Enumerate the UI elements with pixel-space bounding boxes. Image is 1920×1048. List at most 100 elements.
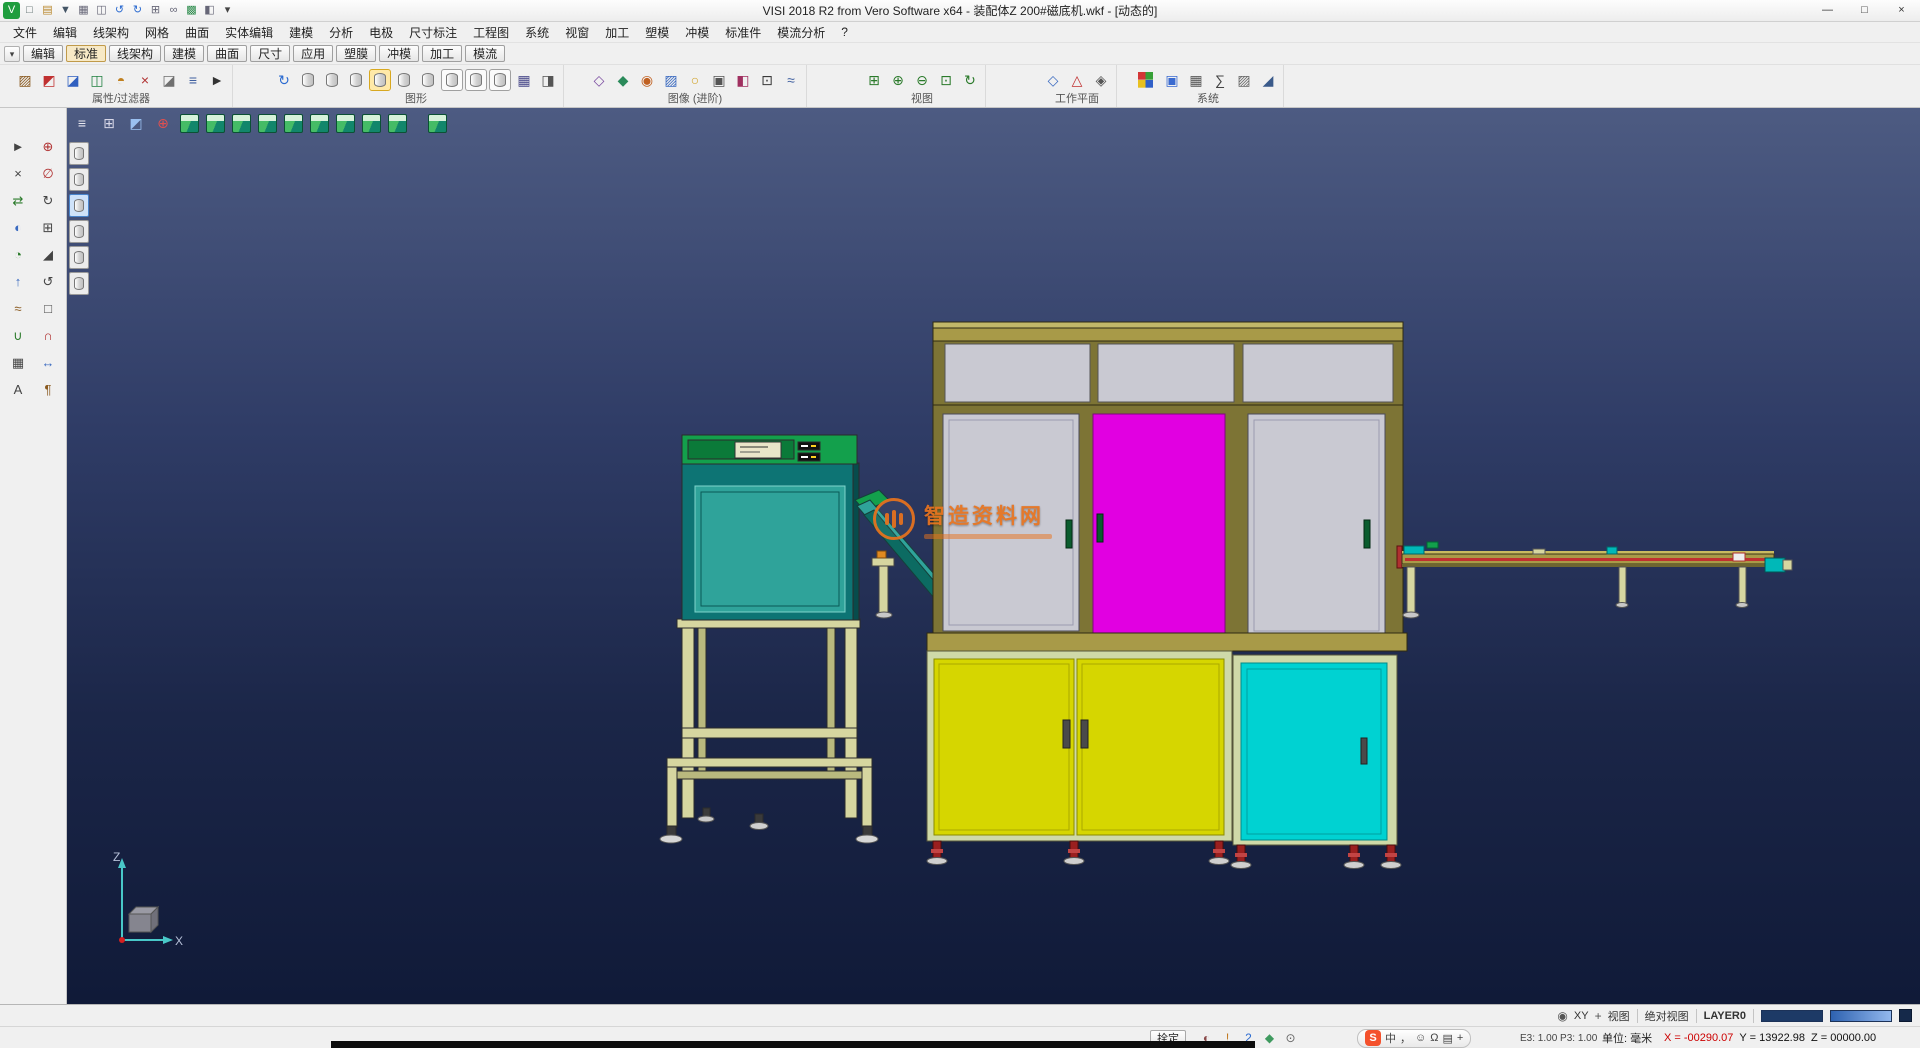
copy-icon[interactable]: ⊞ <box>147 2 164 19</box>
display-filter-5[interactable] <box>69 246 89 269</box>
toolbar-tab[interactable]: 应用 <box>293 45 333 62</box>
trim-icon[interactable]: × <box>5 161 31 185</box>
display-settings-icon[interactable]: ▣ <box>1161 69 1183 91</box>
toolbar-tab[interactable]: 曲面 <box>207 45 247 62</box>
ime-mode-icon[interactable]: 中 <box>1385 1030 1396 1046</box>
toolbar-tab[interactable]: 塑膜 <box>336 45 376 62</box>
toolbar-tab[interactable]: 尺寸 <box>250 45 290 62</box>
view-cube-dynamic[interactable] <box>428 114 447 133</box>
workplane-list-icon[interactable]: ◈ <box>1090 69 1112 91</box>
ime-punct-icon[interactable]: ， <box>1400 1030 1411 1046</box>
dimension-icon[interactable]: ↔ <box>35 350 61 374</box>
zoom-scale-bar[interactable] <box>1830 1010 1892 1022</box>
hatch-icon[interactable]: ▨ <box>1233 69 1255 91</box>
toolbar-tab[interactable]: 加工 <box>422 45 462 62</box>
layer-icon[interactable] <box>417 69 439 91</box>
shaded-icon[interactable]: ◆ <box>612 69 634 91</box>
menu-item[interactable]: 实体编辑 <box>217 22 281 42</box>
menu-item[interactable]: 模流分析 <box>769 22 833 42</box>
layer-table-icon[interactable]: ▦ <box>513 69 535 91</box>
layer-icon[interactable] <box>345 69 367 91</box>
view-scale-bar[interactable] <box>1761 1010 1823 1022</box>
gradient-icon[interactable]: ◢ <box>1257 69 1279 91</box>
open-file-icon[interactable]: ▤ <box>39 2 56 19</box>
select-arrow-icon[interactable]: ► <box>5 134 31 158</box>
wireframe-icon[interactable]: ◇ <box>588 69 610 91</box>
close-button[interactable]: × <box>1883 0 1920 21</box>
layer-icon[interactable] <box>297 69 319 91</box>
toolbar-tab[interactable]: 线架构 <box>109 45 161 62</box>
display-filter-2[interactable] <box>69 168 89 191</box>
qat-dropdown-icon[interactable]: ▾ <box>219 2 236 19</box>
erase-icon[interactable]: ◪ <box>158 69 180 91</box>
link-icon[interactable]: ∞ <box>165 2 182 19</box>
menu-item[interactable]: 编辑 <box>45 22 85 42</box>
menu-item[interactable]: 尺寸标注 <box>401 22 465 42</box>
display-filter-6[interactable] <box>69 272 89 295</box>
layer-current-icon[interactable] <box>369 69 391 91</box>
chamfer-icon[interactable]: ◢ <box>35 242 61 266</box>
render-icon[interactable]: ◉ <box>636 69 658 91</box>
ime-logo-icon[interactable]: S <box>1365 1030 1381 1046</box>
palette-icon[interactable] <box>1137 69 1159 91</box>
layer-box-icon[interactable] <box>441 69 463 91</box>
save-icon[interactable]: ▼ <box>57 2 74 19</box>
toolbar-tab[interactable]: 标准 <box>66 45 106 62</box>
intersect-icon[interactable]: ∩ <box>35 323 61 347</box>
menu-item[interactable]: 塑模 <box>637 22 677 42</box>
menu-item[interactable]: 建模 <box>281 22 321 42</box>
crosshair-icon[interactable]: + <box>1595 1009 1602 1023</box>
toolbar-tab[interactable]: 编辑 <box>23 45 63 62</box>
ime-keyboard-icon[interactable]: ▤ <box>1442 1032 1452 1045</box>
layer-box-icon[interactable] <box>465 69 487 91</box>
magnet-icon[interactable]: ◓ <box>110 69 132 91</box>
toolbar-tab[interactable]: 建模 <box>164 45 204 62</box>
settings-status-icon[interactable]: ⊙ <box>1282 1030 1299 1047</box>
coord-mode-label[interactable]: XY <box>1574 1010 1589 1022</box>
workplane-axis-icon[interactable]: △ <box>1066 69 1088 91</box>
cad-model-canvas[interactable]: Z X <box>67 108 1920 1004</box>
layer-indicator[interactable]: LAYER0 <box>1704 1010 1746 1022</box>
menu-item[interactable]: 电极 <box>361 22 401 42</box>
taskbar-sliver[interactable] <box>331 1041 1255 1048</box>
pattern-icon[interactable]: ▦ <box>5 350 31 374</box>
toolbar-tab[interactable]: 冲模 <box>379 45 419 62</box>
tab-dropdown-icon[interactable]: ▾ <box>4 46 20 62</box>
match-properties-icon[interactable]: ≡ <box>182 69 204 91</box>
view-cube-iso-2[interactable] <box>336 114 355 133</box>
mask-icon[interactable]: ◨ <box>537 69 559 91</box>
ime-tool-icon[interactable]: + <box>1457 1032 1463 1044</box>
menu-item[interactable]: 冲模 <box>677 22 717 42</box>
light-icon[interactable]: ○ <box>684 69 706 91</box>
view-cube-left[interactable] <box>258 114 277 133</box>
clip-plane-icon[interactable]: ◧ <box>732 69 754 91</box>
main-machine[interactable] <box>927 322 1407 869</box>
texture-icon[interactable]: ▨ <box>660 69 682 91</box>
redo-icon[interactable]: ↻ <box>129 2 146 19</box>
select-icon[interactable]: ► <box>206 69 228 91</box>
workplane-icon[interactable]: ◇ <box>1042 69 1064 91</box>
display-filter-1[interactable] <box>69 142 89 165</box>
extrude-icon[interactable]: ↑ <box>5 269 31 293</box>
dynamic-rotate-icon[interactable]: ↻ <box>959 69 981 91</box>
zoom-window-icon[interactable]: ⊞ <box>863 69 885 91</box>
grid-icon[interactable]: ▩ <box>183 2 200 19</box>
view-cube-back[interactable] <box>232 114 251 133</box>
vp-origin-icon[interactable]: ⊕ <box>153 113 173 133</box>
layer-icon[interactable] <box>321 69 343 91</box>
union-icon[interactable]: ∪ <box>5 323 31 347</box>
properties-icon[interactable]: ▨ <box>14 69 36 91</box>
new-file-icon[interactable]: □ <box>21 2 38 19</box>
absolute-view-label[interactable]: 绝对视图 <box>1645 1008 1689 1024</box>
display-filter-4[interactable] <box>69 220 89 243</box>
minimize-button[interactable]: — <box>1809 0 1846 21</box>
zoom-fit-icon[interactable]: ⊡ <box>935 69 957 91</box>
layer-icon[interactable] <box>393 69 415 91</box>
output-conveyor[interactable] <box>1402 542 1792 618</box>
menu-item[interactable]: 线架构 <box>85 22 137 42</box>
restore-button[interactable]: □ <box>1846 0 1883 21</box>
zoom-out-icon[interactable]: ⊖ <box>911 69 933 91</box>
display-filter-3[interactable] <box>69 194 89 217</box>
view-cube-iso-1[interactable] <box>310 114 329 133</box>
calculator-icon[interactable]: ∑ <box>1209 69 1231 91</box>
